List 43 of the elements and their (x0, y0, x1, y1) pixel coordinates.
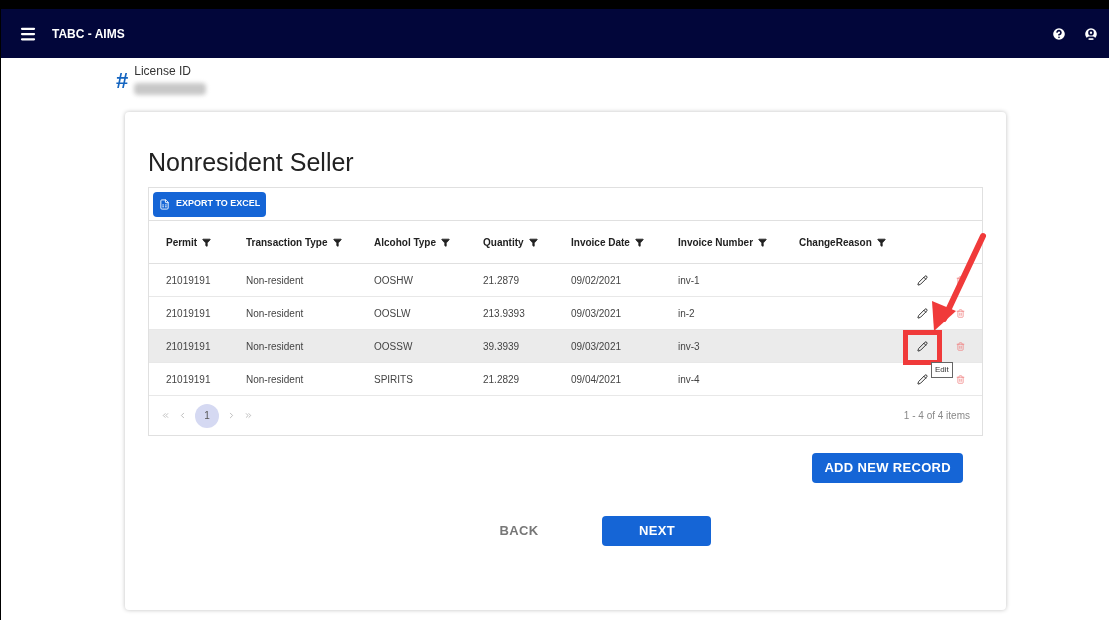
table-cell-text: OOSHW (374, 273, 414, 288)
table-cell-text: 09/02/2021 (571, 273, 623, 288)
table-cell-text: Non-resident (246, 372, 305, 387)
table-cell-text: 09/04/2021 (571, 372, 623, 387)
card-title: Nonresident Seller (148, 150, 355, 175)
table-cell-text: SPIRITS (374, 372, 414, 387)
app-title: TABC - AIMS (52, 25, 125, 43)
table-cell-text: 21019191 (166, 339, 212, 354)
column-header[interactable]: Transaction Type (246, 234, 328, 250)
table-cell-text: Non-resident (246, 273, 305, 288)
export-button[interactable]: EXPORT TO EXCEL (153, 191, 267, 217)
table-cell-text: inv-3 (678, 339, 701, 354)
table-cell-text: 39.3939 (483, 339, 521, 354)
table-cell-text: in-2 (678, 306, 696, 321)
column-header[interactable]: Invoice Date (571, 234, 630, 250)
hash-icon: # (116, 70, 129, 92)
column-header[interactable]: Permit (166, 234, 198, 250)
license-label: License ID (134, 63, 192, 80)
add-record-button[interactable]: ADD NEW RECORD (812, 453, 963, 483)
table-cell-text: 213.9393 (483, 306, 526, 321)
table-cell-text: 09/03/2021 (571, 339, 623, 354)
table-cell-text: Non-resident (246, 306, 305, 321)
table-cell-text: OOSLW (374, 306, 412, 321)
column-header[interactable]: Invoice Number (678, 234, 754, 250)
column-header[interactable]: ChangeReason (799, 234, 872, 250)
table-cell-text: 21019191 (166, 273, 212, 288)
table-cell-text: 21.2879 (483, 273, 521, 288)
page-button[interactable]: 1 (195, 403, 219, 428)
next-button[interactable]: NEXT (602, 516, 712, 546)
table-cell-text: 21.2829 (483, 372, 521, 387)
table-cell-text: OOSSW (374, 339, 414, 354)
pager-summary: 1 - 4 of 4 items (903, 409, 970, 423)
table-cell-text: inv-4 (678, 372, 701, 387)
table-cell-text: 21019191 (166, 372, 212, 387)
column-header[interactable]: Alcohol Type (374, 234, 437, 250)
back-button[interactable]: BACK (459, 516, 579, 546)
table-cell-text: inv-1 (678, 273, 701, 288)
table-row[interactable]: 21019191 Non-resident OOSSW 39.3939 09/03/2021 inv-3 (149, 330, 982, 363)
table-cell-text: 09/03/2021 (571, 306, 623, 321)
tooltip: Edit (931, 362, 953, 378)
column-header[interactable]: Quantity (483, 234, 524, 250)
table-cell-text: Non-resident (246, 339, 305, 354)
table-cell-text: 21019191 (166, 306, 212, 321)
